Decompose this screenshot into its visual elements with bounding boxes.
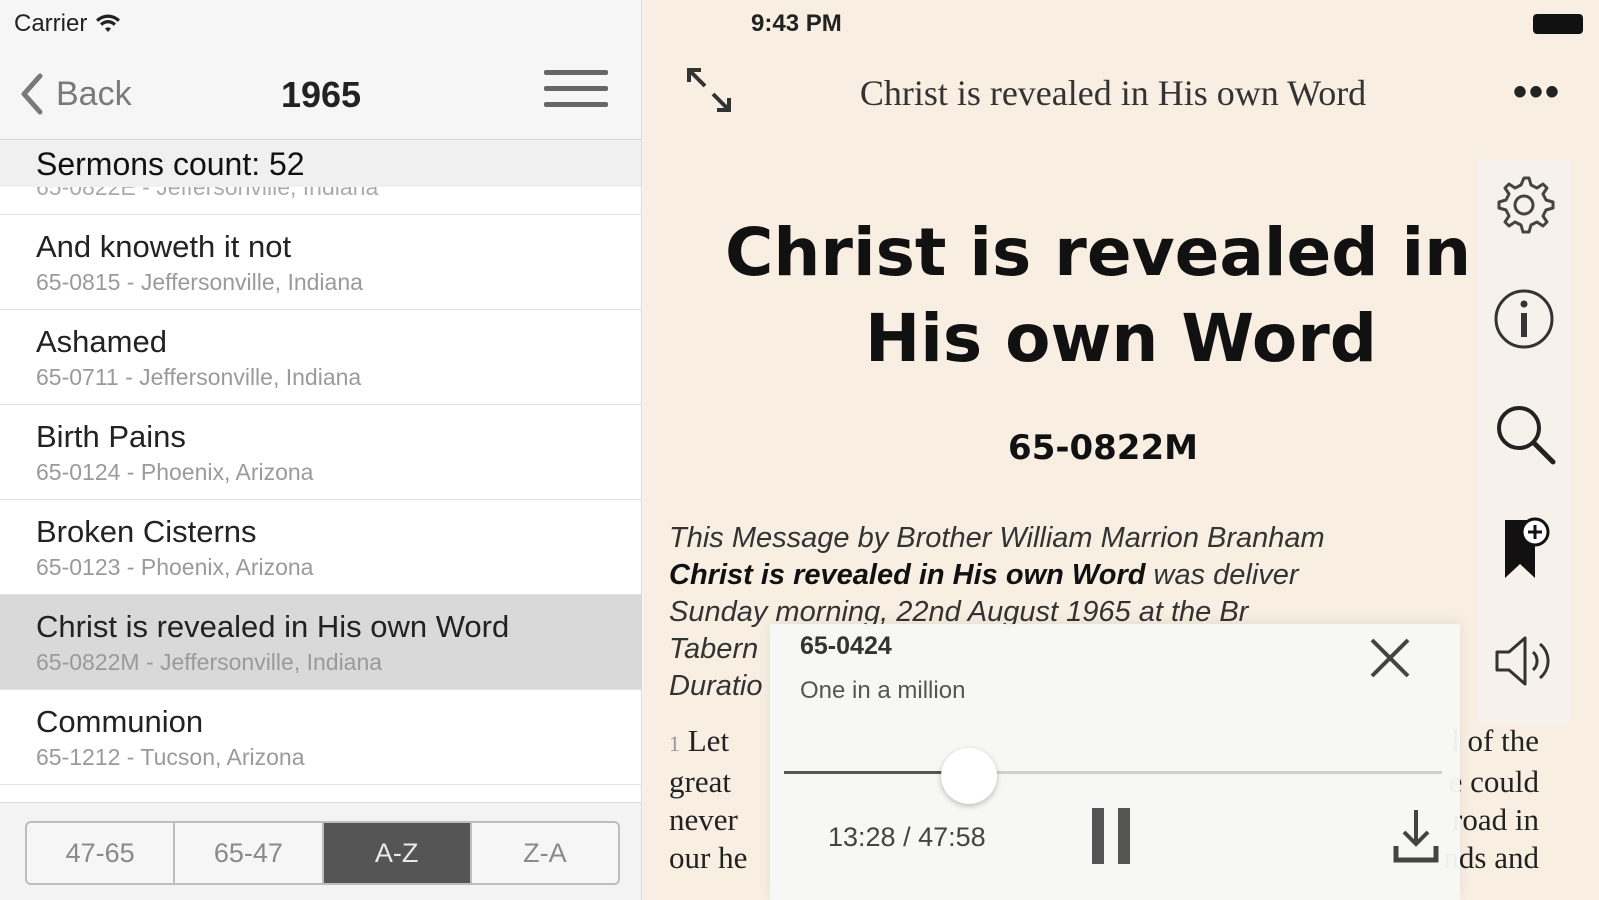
gear-icon[interactable]	[1491, 172, 1557, 238]
close-icon[interactable]	[1368, 636, 1412, 680]
bookmark-add-icon[interactable]	[1491, 514, 1557, 580]
sort-option[interactable]: 47-65	[27, 823, 176, 883]
player-sermon-name: One in a million	[800, 677, 966, 704]
pause-icon[interactable]	[1092, 808, 1132, 864]
battery-icon	[1533, 14, 1583, 34]
sermon-list-item[interactable]: Broken Cisterns 65-0123 - Phoenix, Arizon…	[0, 500, 641, 595]
sermon-title: Birth Pains	[36, 419, 186, 454]
sermon-subtitle: 65-0124 - Phoenix, Arizona	[36, 459, 314, 485]
hamburger-menu-icon[interactable]	[544, 70, 608, 116]
sermon-subtitle: 65-0123 - Phoenix, Arizona	[36, 554, 314, 580]
sermon-title: Christ is revealed in His own Word	[36, 609, 510, 644]
sermon-code: 65-0822M	[1008, 428, 1198, 468]
status-bar-left: Carrier	[14, 10, 121, 38]
search-icon[interactable]	[1491, 400, 1557, 466]
progress-slider-thumb[interactable]	[940, 748, 997, 804]
para-line-3-start: never	[669, 802, 738, 837]
reader-title: Christ is revealed in His own Word	[859, 73, 1367, 113]
para-line-2-start: great	[669, 764, 731, 799]
paragraph-number: 1	[669, 731, 680, 756]
reader-toolbar	[1477, 158, 1571, 724]
para-line-2-end: e could	[1448, 764, 1539, 799]
sermon-list-item[interactable]: Christ is revealed in His own Word 65-082…	[0, 595, 641, 690]
sermon-subtitle: 65-0822M - Jeffersonville, Indiana	[36, 649, 383, 675]
sort-bar: 47-65 65-47 A-Z Z-A	[0, 802, 641, 900]
left-navbar: Back 1965	[0, 52, 641, 140]
sermon-heading: Christ is revealed in His own Word	[681, 210, 1561, 382]
status-time: 9:43 PM	[751, 10, 842, 37]
sermon-subtitle: 65-0711 - Jeffersonville, Indiana	[36, 364, 362, 390]
carrier-label: Carrier	[14, 10, 88, 37]
sermon-title: And knoweth it not	[36, 229, 292, 264]
speaker-icon[interactable]	[1491, 628, 1557, 694]
intro-line-2: Christ is revealed in His own Word was d…	[669, 557, 1469, 594]
player-time: 13:28 / 47:58	[828, 822, 986, 852]
sermons-count-header: Sermons count: 52	[0, 141, 641, 187]
sort-option[interactable]: A-Z	[323, 823, 472, 883]
wifi-icon	[96, 14, 121, 32]
sermon-heading-line1: Christ is revealed in	[725, 214, 1472, 291]
intro-line-1: This Message by Brother William Marrion …	[669, 522, 1325, 554]
para-line-3-end: road in	[1452, 802, 1539, 837]
sort-segmented-control: 47-65 65-47 A-Z Z-A	[25, 821, 620, 885]
info-icon[interactable]	[1491, 286, 1557, 352]
progress-track[interactable]	[784, 771, 1442, 774]
intro-bold-title: Christ is revealed in His own Word	[669, 559, 1146, 591]
sermon-subtitle: 65-0815 - Jeffersonville, Indiana	[36, 269, 363, 295]
sermon-list-item[interactable]: Communion 65-1212 - Tucson, Arizona	[0, 690, 641, 785]
para-line-1-end: l of the	[1451, 723, 1539, 758]
sermon-list-item[interactable]: Birth Pains 65-0124 - Phoenix, Arizona	[0, 405, 641, 500]
intro-line-2-rest: was deliver	[1145, 559, 1299, 591]
sermon-title: Broken Cisterns	[36, 514, 257, 549]
sort-option[interactable]: 65-47	[175, 823, 324, 883]
expand-icon[interactable]	[683, 64, 735, 116]
sermon-list-item[interactable]: Ashamed 65-0711 - Jeffersonville, Indiana	[0, 310, 641, 405]
para-line-4-start: our he	[669, 840, 748, 875]
sermon-title: Ashamed	[36, 324, 167, 359]
audio-player: 65-0424 One in a million 13:28 / 47:58	[770, 624, 1460, 900]
sermon-title: Communion	[36, 704, 204, 739]
sermon-list-item[interactable]: And knoweth it not 65-0815 - Jeffersonvil…	[0, 215, 641, 310]
para-line-1-start: Let	[687, 723, 730, 758]
player-sermon-code: 65-0424	[800, 632, 892, 660]
more-options-icon[interactable]: •••	[1513, 70, 1561, 115]
sort-option[interactable]: Z-A	[472, 823, 618, 883]
sermon-list-panel: Carrier Back 1965 Sermons count: 52 65-0…	[0, 0, 642, 900]
sermon-heading-line2: His own Word	[865, 300, 1377, 377]
sermon-subtitle: 65-1212 - Tucson, Arizona	[36, 744, 305, 770]
sermon-list: 65-0822E - Jeffersonville, Indiana And kn…	[0, 170, 641, 802]
download-icon[interactable]	[1392, 806, 1440, 866]
